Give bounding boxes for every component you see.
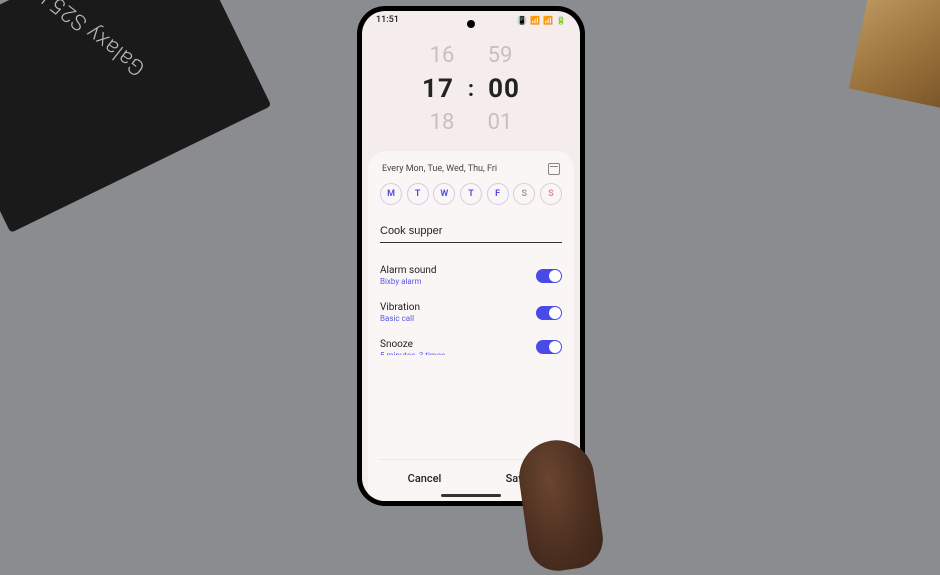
day-toggle-2[interactable]: W <box>433 183 455 205</box>
day-toggle-3[interactable]: T <box>460 183 482 205</box>
min-selected[interactable]: 00 <box>488 74 520 104</box>
day-toggle-6[interactable]: S <box>540 183 562 205</box>
status-icons: 📳 📶 📶 🔋 <box>517 16 566 25</box>
snooze-toggle[interactable] <box>536 340 562 354</box>
min-next[interactable]: 01 <box>488 110 513 135</box>
product-box: Galaxy S25 Ultra <box>0 0 271 233</box>
vibrate-icon: 📳 <box>517 16 527 25</box>
day-toggle-0[interactable]: M <box>380 183 402 205</box>
alarm-name-input[interactable] <box>380 221 562 243</box>
user-finger <box>514 435 606 574</box>
wifi-icon: 📶 <box>530 16 540 25</box>
alarm-sound-toggle[interactable] <box>536 269 562 283</box>
day-toggle-5[interactable]: S <box>513 183 535 205</box>
repeat-summary: Every Mon, Tue, Wed, Thu, Fri <box>382 164 497 174</box>
hour-selected[interactable]: 17 <box>422 74 454 104</box>
vibration-sub: Basic call <box>380 314 420 323</box>
snooze-row[interactable]: Snooze 5 minutes, 3 times <box>378 331 564 357</box>
alarm-sound-sub: Bixby alarm <box>380 277 437 286</box>
repeat-summary-row[interactable]: Every Mon, Tue, Wed, Thu, Fri <box>378 161 564 183</box>
hour-prev[interactable]: 16 <box>430 43 455 68</box>
vibration-toggle[interactable] <box>536 306 562 320</box>
phone-frame: 11:51 📳 📶 📶 🔋 16 : 59 17 : 00 18 : <box>357 6 585 506</box>
time-colon: : <box>468 77 474 102</box>
phone-screen: 11:51 📳 📶 📶 🔋 16 : 59 17 : 00 18 : <box>362 11 580 501</box>
signal-icon: 📶 <box>543 16 553 25</box>
status-time: 11:51 <box>376 15 399 25</box>
days-row: MTWTFSS <box>378 183 564 215</box>
alarm-sound-title: Alarm sound <box>380 265 437 276</box>
camera-cutout <box>467 20 475 28</box>
snooze-title: Snooze <box>380 339 445 350</box>
vibration-row[interactable]: Vibration Basic call <box>378 294 564 331</box>
day-toggle-1[interactable]: T <box>407 183 429 205</box>
home-indicator[interactable] <box>441 494 501 497</box>
hour-next[interactable]: 18 <box>430 110 455 135</box>
box-label: Galaxy S25 Ultra <box>4 0 150 81</box>
day-toggle-4[interactable]: F <box>487 183 509 205</box>
alarm-sound-row[interactable]: Alarm sound Bixby alarm <box>378 257 564 294</box>
min-prev[interactable]: 59 <box>488 43 513 68</box>
vibration-title: Vibration <box>380 302 420 313</box>
snooze-sub: 5 minutes, 3 times <box>380 351 445 355</box>
time-picker[interactable]: 16 : 59 17 : 00 18 : 01 <box>362 29 580 151</box>
calendar-icon[interactable] <box>548 163 560 175</box>
battery-icon: 🔋 <box>556 16 566 25</box>
wooden-object <box>849 0 940 109</box>
